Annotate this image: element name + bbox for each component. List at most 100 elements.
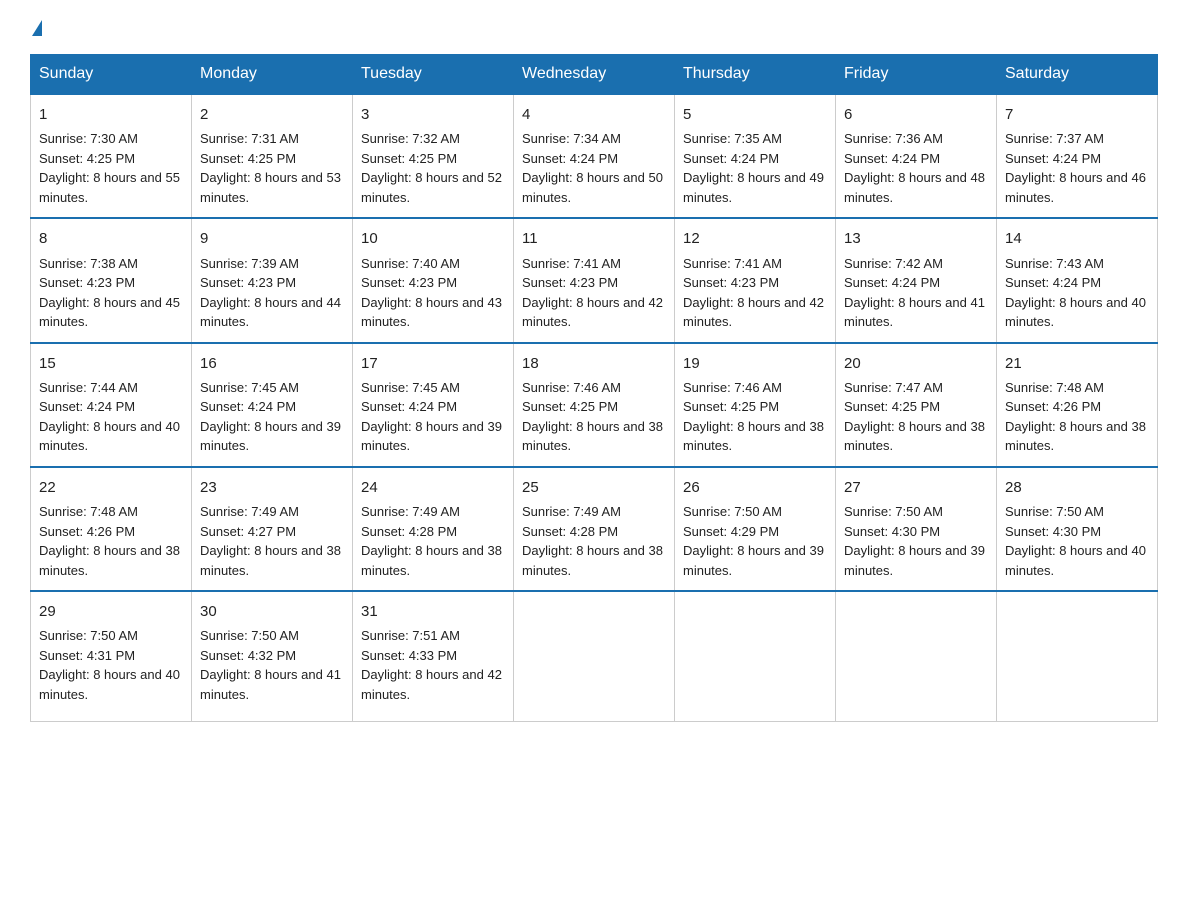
- day-info: Sunrise: 7:50 AM Sunset: 4:31 PM Dayligh…: [39, 626, 183, 704]
- day-number: 6: [844, 103, 988, 126]
- calendar-day-1: 1 Sunrise: 7:30 AM Sunset: 4:25 PM Dayli…: [31, 94, 192, 218]
- calendar-day-28: 28 Sunrise: 7:50 AM Sunset: 4:30 PM Dayl…: [997, 467, 1158, 591]
- day-info: Sunrise: 7:49 AM Sunset: 4:28 PM Dayligh…: [522, 502, 666, 580]
- day-info: Sunrise: 7:45 AM Sunset: 4:24 PM Dayligh…: [361, 378, 505, 456]
- day-number: 1: [39, 103, 183, 126]
- calendar-day-26: 26 Sunrise: 7:50 AM Sunset: 4:29 PM Dayl…: [675, 467, 836, 591]
- day-info: Sunrise: 7:48 AM Sunset: 4:26 PM Dayligh…: [39, 502, 183, 580]
- column-header-monday: Monday: [192, 55, 353, 95]
- day-info: Sunrise: 7:51 AM Sunset: 4:33 PM Dayligh…: [361, 626, 505, 704]
- day-number: 14: [1005, 227, 1149, 250]
- day-info: Sunrise: 7:42 AM Sunset: 4:24 PM Dayligh…: [844, 254, 988, 332]
- day-number: 29: [39, 600, 183, 623]
- day-number: 3: [361, 103, 505, 126]
- calendar-day-14: 14 Sunrise: 7:43 AM Sunset: 4:24 PM Dayl…: [997, 218, 1158, 342]
- day-number: 13: [844, 227, 988, 250]
- calendar-day-25: 25 Sunrise: 7:49 AM Sunset: 4:28 PM Dayl…: [514, 467, 675, 591]
- calendar-day-18: 18 Sunrise: 7:46 AM Sunset: 4:25 PM Dayl…: [514, 343, 675, 467]
- day-info: Sunrise: 7:30 AM Sunset: 4:25 PM Dayligh…: [39, 129, 183, 207]
- day-number: 18: [522, 352, 666, 375]
- calendar-table: SundayMondayTuesdayWednesdayThursdayFrid…: [30, 54, 1158, 722]
- page-header: [30, 20, 1158, 36]
- calendar-day-21: 21 Sunrise: 7:48 AM Sunset: 4:26 PM Dayl…: [997, 343, 1158, 467]
- day-number: 19: [683, 352, 827, 375]
- day-number: 26: [683, 476, 827, 499]
- calendar-day-31: 31 Sunrise: 7:51 AM Sunset: 4:33 PM Dayl…: [353, 591, 514, 721]
- calendar-week-5: 29 Sunrise: 7:50 AM Sunset: 4:31 PM Dayl…: [31, 591, 1158, 721]
- calendar-day-empty: [514, 591, 675, 721]
- day-number: 4: [522, 103, 666, 126]
- calendar-header-row: SundayMondayTuesdayWednesdayThursdayFrid…: [31, 55, 1158, 95]
- column-header-tuesday: Tuesday: [353, 55, 514, 95]
- calendar-week-1: 1 Sunrise: 7:30 AM Sunset: 4:25 PM Dayli…: [31, 94, 1158, 218]
- calendar-week-3: 15 Sunrise: 7:44 AM Sunset: 4:24 PM Dayl…: [31, 343, 1158, 467]
- column-header-thursday: Thursday: [675, 55, 836, 95]
- day-info: Sunrise: 7:46 AM Sunset: 4:25 PM Dayligh…: [522, 378, 666, 456]
- day-info: Sunrise: 7:49 AM Sunset: 4:28 PM Dayligh…: [361, 502, 505, 580]
- day-number: 8: [39, 227, 183, 250]
- day-info: Sunrise: 7:36 AM Sunset: 4:24 PM Dayligh…: [844, 129, 988, 207]
- day-info: Sunrise: 7:47 AM Sunset: 4:25 PM Dayligh…: [844, 378, 988, 456]
- column-header-friday: Friday: [836, 55, 997, 95]
- calendar-day-10: 10 Sunrise: 7:40 AM Sunset: 4:23 PM Dayl…: [353, 218, 514, 342]
- logo: [30, 20, 42, 36]
- calendar-day-12: 12 Sunrise: 7:41 AM Sunset: 4:23 PM Dayl…: [675, 218, 836, 342]
- day-number: 28: [1005, 476, 1149, 499]
- day-number: 22: [39, 476, 183, 499]
- calendar-day-19: 19 Sunrise: 7:46 AM Sunset: 4:25 PM Dayl…: [675, 343, 836, 467]
- calendar-day-empty: [997, 591, 1158, 721]
- logo-triangle-icon: [32, 20, 42, 36]
- calendar-week-2: 8 Sunrise: 7:38 AM Sunset: 4:23 PM Dayli…: [31, 218, 1158, 342]
- day-info: Sunrise: 7:50 AM Sunset: 4:30 PM Dayligh…: [1005, 502, 1149, 580]
- day-info: Sunrise: 7:43 AM Sunset: 4:24 PM Dayligh…: [1005, 254, 1149, 332]
- calendar-day-23: 23 Sunrise: 7:49 AM Sunset: 4:27 PM Dayl…: [192, 467, 353, 591]
- day-number: 24: [361, 476, 505, 499]
- day-info: Sunrise: 7:50 AM Sunset: 4:30 PM Dayligh…: [844, 502, 988, 580]
- day-info: Sunrise: 7:39 AM Sunset: 4:23 PM Dayligh…: [200, 254, 344, 332]
- day-number: 5: [683, 103, 827, 126]
- day-info: Sunrise: 7:40 AM Sunset: 4:23 PM Dayligh…: [361, 254, 505, 332]
- day-info: Sunrise: 7:35 AM Sunset: 4:24 PM Dayligh…: [683, 129, 827, 207]
- day-number: 12: [683, 227, 827, 250]
- column-header-saturday: Saturday: [997, 55, 1158, 95]
- calendar-day-empty: [675, 591, 836, 721]
- calendar-day-6: 6 Sunrise: 7:36 AM Sunset: 4:24 PM Dayli…: [836, 94, 997, 218]
- calendar-day-3: 3 Sunrise: 7:32 AM Sunset: 4:25 PM Dayli…: [353, 94, 514, 218]
- day-number: 30: [200, 600, 344, 623]
- day-info: Sunrise: 7:48 AM Sunset: 4:26 PM Dayligh…: [1005, 378, 1149, 456]
- column-header-wednesday: Wednesday: [514, 55, 675, 95]
- day-number: 17: [361, 352, 505, 375]
- calendar-day-empty: [836, 591, 997, 721]
- day-number: 21: [1005, 352, 1149, 375]
- day-info: Sunrise: 7:49 AM Sunset: 4:27 PM Dayligh…: [200, 502, 344, 580]
- calendar-day-4: 4 Sunrise: 7:34 AM Sunset: 4:24 PM Dayli…: [514, 94, 675, 218]
- calendar-day-8: 8 Sunrise: 7:38 AM Sunset: 4:23 PM Dayli…: [31, 218, 192, 342]
- day-number: 10: [361, 227, 505, 250]
- calendar-day-13: 13 Sunrise: 7:42 AM Sunset: 4:24 PM Dayl…: [836, 218, 997, 342]
- calendar-day-16: 16 Sunrise: 7:45 AM Sunset: 4:24 PM Dayl…: [192, 343, 353, 467]
- day-info: Sunrise: 7:37 AM Sunset: 4:24 PM Dayligh…: [1005, 129, 1149, 207]
- day-info: Sunrise: 7:34 AM Sunset: 4:24 PM Dayligh…: [522, 129, 666, 207]
- day-info: Sunrise: 7:31 AM Sunset: 4:25 PM Dayligh…: [200, 129, 344, 207]
- day-number: 2: [200, 103, 344, 126]
- calendar-day-11: 11 Sunrise: 7:41 AM Sunset: 4:23 PM Dayl…: [514, 218, 675, 342]
- day-number: 7: [1005, 103, 1149, 126]
- day-info: Sunrise: 7:41 AM Sunset: 4:23 PM Dayligh…: [683, 254, 827, 332]
- day-info: Sunrise: 7:50 AM Sunset: 4:29 PM Dayligh…: [683, 502, 827, 580]
- calendar-day-30: 30 Sunrise: 7:50 AM Sunset: 4:32 PM Dayl…: [192, 591, 353, 721]
- day-number: 31: [361, 600, 505, 623]
- calendar-day-22: 22 Sunrise: 7:48 AM Sunset: 4:26 PM Dayl…: [31, 467, 192, 591]
- calendar-day-2: 2 Sunrise: 7:31 AM Sunset: 4:25 PM Dayli…: [192, 94, 353, 218]
- calendar-day-15: 15 Sunrise: 7:44 AM Sunset: 4:24 PM Dayl…: [31, 343, 192, 467]
- day-info: Sunrise: 7:38 AM Sunset: 4:23 PM Dayligh…: [39, 254, 183, 332]
- calendar-day-5: 5 Sunrise: 7:35 AM Sunset: 4:24 PM Dayli…: [675, 94, 836, 218]
- day-number: 15: [39, 352, 183, 375]
- calendar-day-20: 20 Sunrise: 7:47 AM Sunset: 4:25 PM Dayl…: [836, 343, 997, 467]
- calendar-day-17: 17 Sunrise: 7:45 AM Sunset: 4:24 PM Dayl…: [353, 343, 514, 467]
- day-info: Sunrise: 7:46 AM Sunset: 4:25 PM Dayligh…: [683, 378, 827, 456]
- day-info: Sunrise: 7:41 AM Sunset: 4:23 PM Dayligh…: [522, 254, 666, 332]
- day-number: 9: [200, 227, 344, 250]
- day-number: 25: [522, 476, 666, 499]
- day-number: 23: [200, 476, 344, 499]
- column-header-sunday: Sunday: [31, 55, 192, 95]
